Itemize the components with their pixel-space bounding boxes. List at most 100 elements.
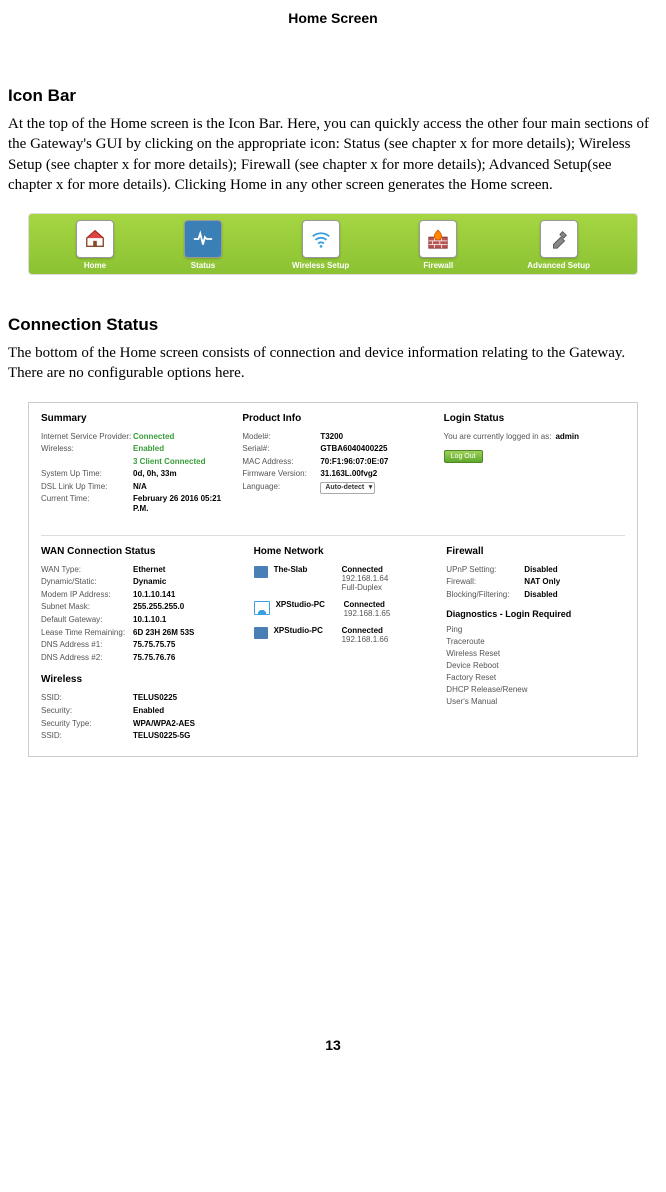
iconbar-status[interactable]: Status — [184, 220, 222, 270]
language-select[interactable]: Auto-detect — [320, 482, 375, 494]
network-device: XPStudio-PC Connected192.168.1.66 — [254, 626, 433, 644]
kv-key: SSID: — [41, 731, 133, 741]
diag-link[interactable]: Device Reboot — [446, 661, 625, 670]
diag-link[interactable]: Factory Reset — [446, 673, 625, 682]
status-panel: Summary Internet Service Provider:Connec… — [28, 402, 638, 757]
kv-key: DSL Link Up Time: — [41, 482, 133, 492]
kv-value: Auto-detect — [320, 482, 375, 494]
kv-value: N/A — [133, 482, 147, 492]
diag-link[interactable]: Ping — [446, 625, 625, 634]
kv-row: DSL Link Up Time:N/A — [41, 482, 222, 492]
kv-key: Lease Time Remaining: — [41, 628, 133, 638]
summary-title: Summary — [41, 413, 222, 424]
kv-value: TELUS0225-5G — [133, 731, 190, 741]
diag-link[interactable]: DHCP Release/Renew — [446, 685, 625, 694]
kv-row: Blocking/Filtering:Disabled — [446, 590, 625, 600]
kv-key: Subnet Mask: — [41, 602, 133, 612]
product-col: Product Info Model#:T3200 Serial#:GTBA604… — [242, 413, 423, 517]
iconbar-label: Advanced Setup — [527, 261, 590, 270]
kv-value: Connected — [133, 432, 174, 442]
kv-value: 10.1.10.141 — [133, 590, 175, 600]
device-name: XPStudio-PC — [274, 626, 336, 635]
diag-link[interactable]: User's Manual — [446, 697, 625, 706]
kv-value: Enabled — [133, 444, 164, 454]
kv-row: Wireless:Enabled — [41, 444, 222, 454]
diag-link[interactable]: Traceroute — [446, 637, 625, 646]
network-device: The-SlabConnected192.168.1.64Full-Duplex — [254, 565, 433, 592]
paragraph-icon-bar: At the top of the Home screen is the Ico… — [8, 114, 658, 195]
kv-value: Disabled — [524, 565, 557, 575]
kv-value: 6D 23H 26M 53S — [133, 628, 194, 638]
kv-row: SSID:TELUS0225-5G — [41, 731, 240, 741]
firewall-icon — [419, 220, 457, 258]
kv-value: 75.75.75.75 — [133, 640, 175, 650]
kv-row: DNS Address #2:75.75.76.76 — [41, 653, 240, 663]
iconbar-advanced[interactable]: Advanced Setup — [527, 220, 590, 270]
device-info: Connected192.168.1.65 — [344, 600, 391, 618]
heading-icon-bar: Icon Bar — [8, 86, 658, 106]
kv-key: Wireless: — [41, 444, 133, 454]
iconbar-home[interactable]: Home — [76, 220, 114, 270]
kv-row: 3 Client Connected — [41, 457, 222, 467]
kv-row: Language:Auto-detect — [242, 482, 423, 494]
kv-key: Security Type: — [41, 719, 133, 729]
kv-value: February 26 2016 05:21 P.M. — [133, 494, 222, 513]
kv-row: Serial#:GTBA6040400225 — [242, 444, 423, 454]
login-text: You are currently logged in as:admin — [444, 432, 625, 442]
login-col: Login Status You are currently logged in… — [444, 413, 625, 517]
kv-value: 70:F1:96:07:0E:07 — [320, 457, 388, 467]
kv-key: Firmware Version: — [242, 469, 320, 479]
kv-value: 0d, 0h, 33m — [133, 469, 177, 479]
kv-value: Enabled — [133, 706, 164, 716]
kv-value: 10.1.10.1 — [133, 615, 166, 625]
kv-row: Security Type:WPA/WPA2-AES — [41, 719, 240, 729]
divider — [41, 535, 625, 536]
kv-row: MAC Address:70:F1:96:07:0E:07 — [242, 457, 423, 467]
logout-button[interactable]: Log Out — [444, 450, 483, 463]
kv-value: TELUS0225 — [133, 693, 177, 703]
kv-key: Firewall: — [446, 577, 524, 587]
kv-row: WAN Type:Ethernet — [41, 565, 240, 575]
kv-key: DNS Address #2: — [41, 653, 133, 663]
kv-row: Lease Time Remaining:6D 23H 26M 53S — [41, 628, 240, 638]
kv-row: Default Gateway:10.1.10.1 — [41, 615, 240, 625]
kv-key: MAC Address: — [242, 457, 320, 467]
firewall-title: Firewall — [446, 546, 625, 557]
product-title: Product Info — [242, 413, 423, 424]
iconbar-wireless[interactable]: Wireless Setup — [292, 220, 349, 270]
kv-row: Subnet Mask:255.255.255.0 — [41, 602, 240, 612]
paragraph-connection-status: The bottom of the Home screen consists o… — [8, 343, 658, 384]
kv-row: Internet Service Provider:Connected — [41, 432, 222, 442]
kv-value: 3 Client Connected — [133, 457, 205, 467]
device-info: Connected192.168.1.66 — [342, 626, 389, 644]
page-number: 13 — [8, 1037, 658, 1053]
kv-key: SSID: — [41, 693, 133, 703]
kv-key: Internet Service Provider: — [41, 432, 133, 442]
kv-key: WAN Type: — [41, 565, 133, 575]
iconbar-firewall[interactable]: Firewall — [419, 220, 457, 270]
kv-key: Language: — [242, 482, 320, 494]
kv-key: Blocking/Filtering: — [446, 590, 524, 600]
login-title: Login Status — [444, 413, 625, 424]
device-info: Connected192.168.1.64Full-Duplex — [342, 565, 389, 592]
kv-row: Model#:T3200 — [242, 432, 423, 442]
kv-key: Security: — [41, 706, 133, 716]
kv-key: System Up Time: — [41, 469, 133, 479]
kv-key: Dynamic/Static: — [41, 577, 133, 587]
heading-connection-status: Connection Status — [8, 315, 658, 335]
iconbar-label: Firewall — [423, 261, 453, 270]
advanced-icon — [540, 220, 578, 258]
kv-value: Ethernet — [133, 565, 165, 575]
wireless-title: Wireless — [41, 674, 240, 685]
kv-value: NAT Only — [524, 577, 560, 587]
kv-key: DNS Address #1: — [41, 640, 133, 650]
diag-link[interactable]: Wireless Reset — [446, 649, 625, 658]
pc-device-icon — [254, 566, 268, 578]
wan-col: WAN Connection Status WAN Type:EthernetD… — [41, 546, 240, 744]
kv-value: Disabled — [524, 590, 557, 600]
page-header: Home Screen — [8, 10, 658, 26]
kv-key: Default Gateway: — [41, 615, 133, 625]
device-name: XPStudio-PC — [276, 600, 338, 609]
kv-row: Dynamic/Static:Dynamic — [41, 577, 240, 587]
kv-value: 255.255.255.0 — [133, 602, 184, 612]
